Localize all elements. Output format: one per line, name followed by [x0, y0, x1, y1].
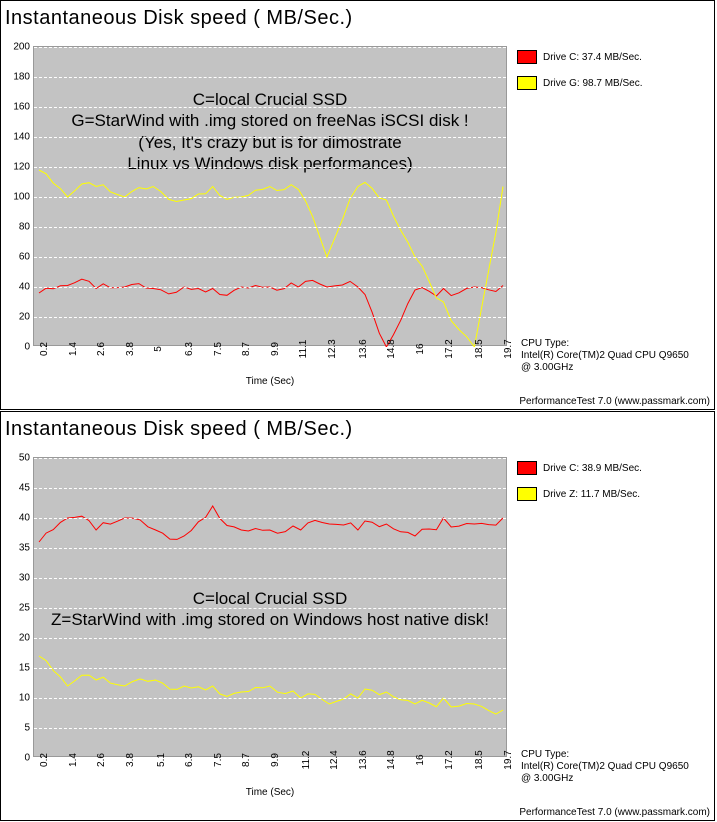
legend-label: Drive Z: 11.7 MB/Sec. — [543, 489, 640, 500]
y-tick: 0 — [24, 342, 30, 353]
x-tick: 14.8 — [386, 750, 397, 769]
y-tick: 50 — [19, 453, 30, 464]
x-tick: 11.2 — [301, 751, 312, 770]
x-tick: 8.7 — [241, 342, 252, 356]
y-tick: 20 — [19, 633, 30, 644]
y-tick: 40 — [19, 282, 30, 293]
x-tick: 17.2 — [444, 339, 455, 358]
legend-swatch-yellow — [517, 487, 537, 501]
attribution: PerformanceTest 7.0 (www.passmark.com) — [519, 396, 710, 407]
y-tick: 100 — [13, 192, 30, 203]
y-tick: 120 — [13, 162, 30, 173]
legend-item: Drive G: 98.7 MB/Sec. — [517, 76, 642, 90]
x-tick: 12.4 — [329, 750, 340, 769]
x-tick: 16 — [415, 754, 426, 765]
x-tick: 3.8 — [125, 753, 136, 767]
legend-label: Drive C: 38.9 MB/Sec. — [543, 463, 642, 474]
y-tick: 15 — [19, 663, 30, 674]
legend: Drive C: 38.9 MB/Sec. Drive Z: 11.7 MB/S… — [517, 461, 642, 513]
x-tick: 1.4 — [68, 753, 79, 767]
y-tick: 80 — [19, 222, 30, 233]
legend-swatch-red — [517, 50, 537, 64]
legend-label: Drive C: 37.4 MB/Sec. — [543, 52, 642, 63]
x-tick: 3.8 — [125, 342, 136, 356]
series-line — [39, 656, 503, 714]
chart-panel-1: Instantaneous Disk speed ( MB/Sec.) C=lo… — [0, 0, 715, 410]
y-tick: 20 — [19, 312, 30, 323]
x-tick: 18.5 — [474, 339, 485, 358]
x-tick: 2.6 — [96, 342, 107, 356]
x-tick: 16 — [415, 343, 426, 354]
x-tick: 14.8 — [386, 339, 397, 358]
legend-label: Drive G: 98.7 MB/Sec. — [543, 78, 642, 89]
x-tick: 7.5 — [213, 753, 224, 767]
y-tick: 140 — [13, 132, 30, 143]
x-tick: 0.2 — [39, 342, 50, 356]
x-tick: 6.3 — [184, 753, 195, 767]
x-axis-label: Time (Sec) — [246, 376, 295, 387]
y-tick: 30 — [19, 573, 30, 584]
x-tick: 8.7 — [241, 753, 252, 767]
y-tick: 25 — [19, 603, 30, 614]
y-tick: 160 — [13, 102, 30, 113]
x-tick: 2.6 — [96, 753, 107, 767]
legend-item: Drive C: 37.4 MB/Sec. — [517, 50, 642, 64]
y-tick: 5 — [24, 723, 30, 734]
y-tick: 45 — [19, 483, 30, 494]
x-tick: 17.2 — [444, 750, 455, 769]
x-tick: 0.2 — [39, 753, 50, 767]
y-tick: 0 — [24, 753, 30, 764]
x-tick: 6.3 — [184, 342, 195, 356]
cpu-info: CPU Type: Intel(R) Core(TM)2 Quad CPU Q9… — [521, 749, 701, 785]
y-tick: 10 — [19, 693, 30, 704]
x-tick: 13.6 — [358, 750, 369, 769]
y-tick: 40 — [19, 513, 30, 524]
cpu-info: CPU Type: Intel(R) Core(TM)2 Quad CPU Q9… — [521, 338, 701, 374]
legend-swatch-red — [517, 461, 537, 475]
chart-title: Instantaneous Disk speed ( MB/Sec.) — [1, 1, 714, 32]
series-line — [39, 506, 503, 542]
x-tick: 18.5 — [474, 750, 485, 769]
y-tick: 180 — [13, 72, 30, 83]
x-tick: 5.1 — [156, 753, 167, 767]
series-line — [39, 279, 503, 347]
x-tick: 12.3 — [327, 339, 338, 358]
x-tick: 1.4 — [68, 342, 79, 356]
x-tick: 5 — [153, 346, 164, 352]
x-tick: 7.5 — [213, 342, 224, 356]
chart-title: Instantaneous Disk speed ( MB/Sec.) — [1, 412, 714, 443]
x-tick: 13.6 — [358, 339, 369, 358]
x-tick: 19.7 — [503, 750, 514, 769]
x-tick: 9.9 — [270, 753, 281, 767]
legend-item: Drive C: 38.9 MB/Sec. — [517, 461, 642, 475]
attribution: PerformanceTest 7.0 (www.passmark.com) — [519, 807, 710, 818]
x-tick: 19.7 — [503, 339, 514, 358]
y-tick: 35 — [19, 543, 30, 554]
y-tick: 60 — [19, 252, 30, 263]
y-tick: 200 — [13, 42, 30, 53]
legend-swatch-yellow — [517, 76, 537, 90]
x-axis-label: Time (Sec) — [246, 787, 295, 798]
x-tick: 9.9 — [270, 342, 281, 356]
chart-panel-2: Instantaneous Disk speed ( MB/Sec.) C=lo… — [0, 411, 715, 821]
x-tick: 11.1 — [298, 340, 309, 359]
plot-area: C=local Crucial SSD G=StarWind with .img… — [33, 46, 507, 346]
legend-item: Drive Z: 11.7 MB/Sec. — [517, 487, 642, 501]
plot-area: C=local Crucial SSD Z=StarWind with .img… — [33, 457, 507, 757]
legend: Drive C: 37.4 MB/Sec. Drive G: 98.7 MB/S… — [517, 50, 642, 102]
